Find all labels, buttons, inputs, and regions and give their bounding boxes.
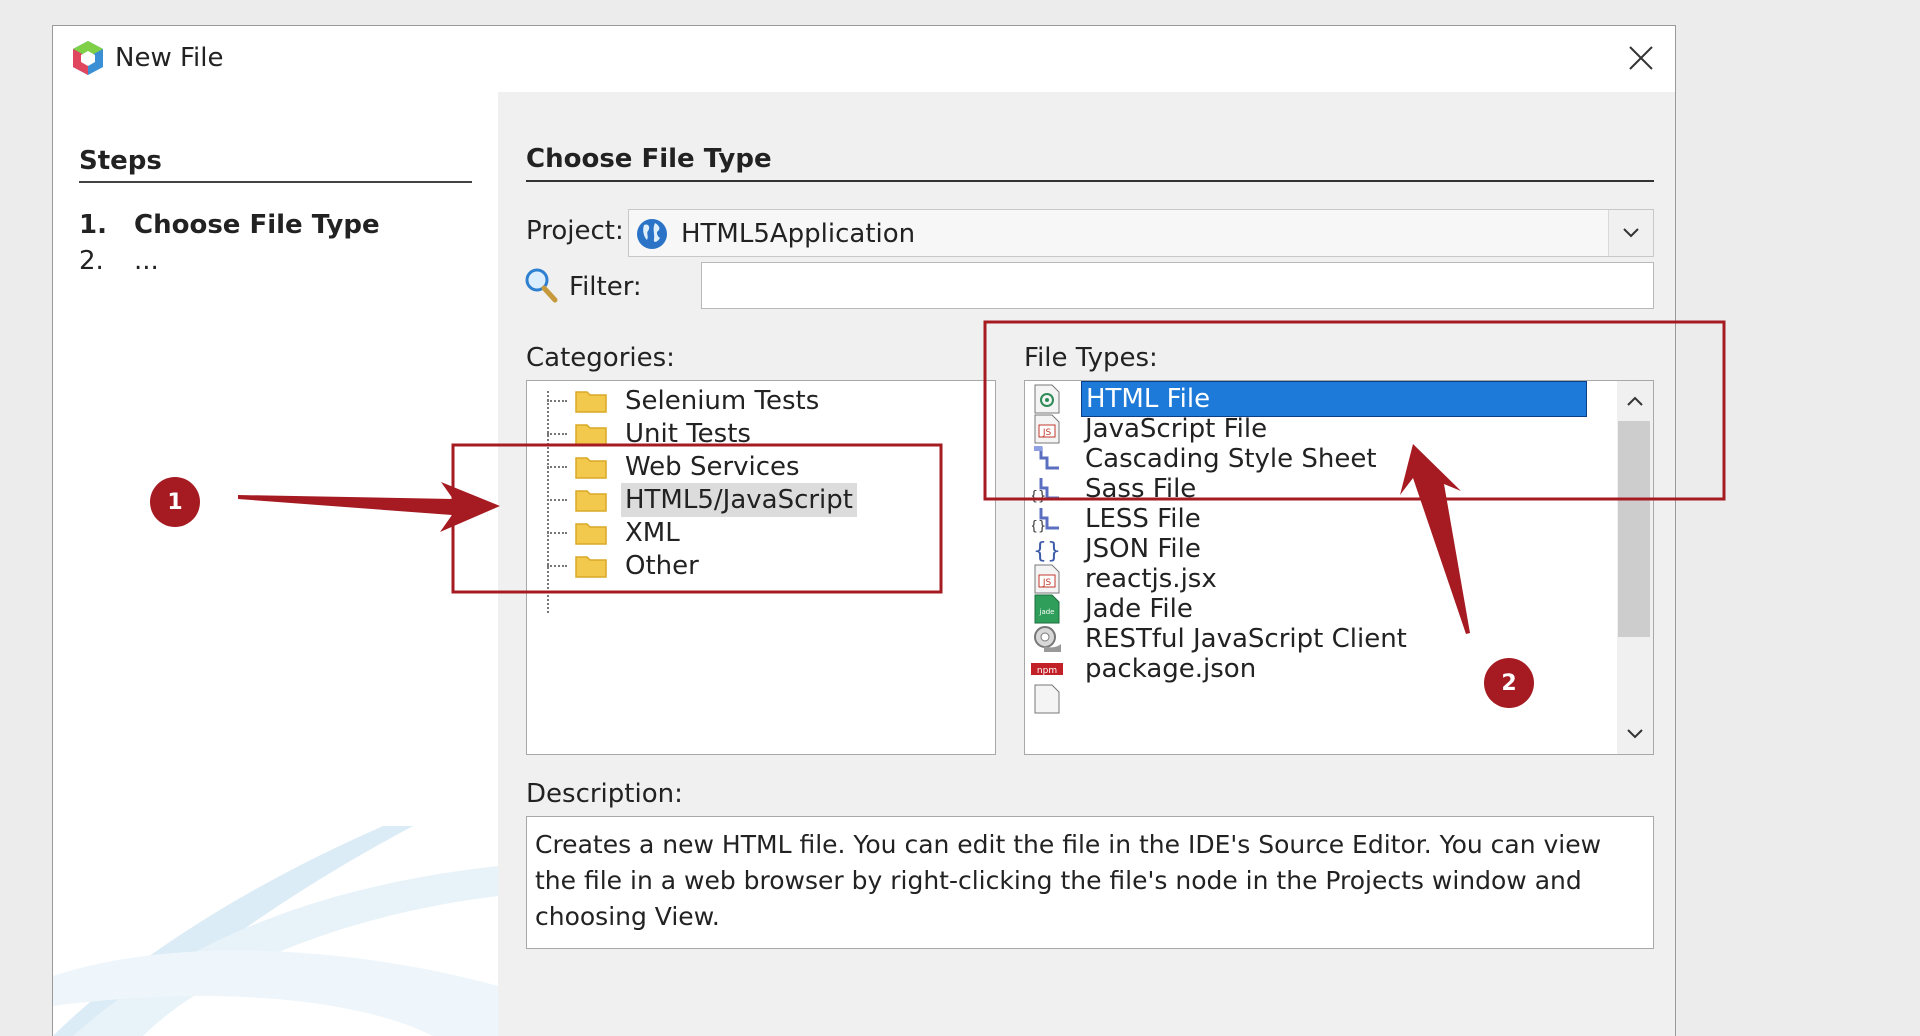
file-icon (1029, 682, 1065, 716)
category-label: Selenium Tests (625, 386, 820, 416)
file-types-label: File Types: (1024, 343, 1158, 373)
tree-branch (547, 532, 567, 534)
folder-icon (575, 424, 607, 446)
project-label: Project: (526, 216, 624, 246)
step-item-2: 2. ... (79, 246, 159, 276)
svg-text:npm: npm (1037, 666, 1057, 676)
section-heading: Choose File Type (526, 144, 772, 174)
category-label: XML (625, 518, 680, 548)
section-divider (526, 180, 1654, 182)
category-label: HTML5/JavaScript (621, 483, 857, 517)
search-icon (525, 268, 558, 303)
chevron-down-icon (1623, 228, 1639, 238)
project-dropdown-arrow[interactable] (1608, 210, 1653, 256)
scroll-up-button[interactable] (1617, 381, 1653, 421)
svg-text:JS: JS (1042, 578, 1052, 588)
description-text: Creates a new HTML file. You can edit th… (526, 816, 1654, 949)
step-number: 1. (79, 210, 107, 240)
folder-icon (575, 391, 607, 413)
project-value: HTML5Application (681, 219, 916, 249)
chevron-up-icon (1627, 396, 1643, 406)
tree-branch (547, 400, 567, 402)
choose-file-type-panel: Choose File Type Project: HTML5Applicati… (498, 92, 1675, 1036)
new-file-dialog: New File Steps 1. Choose File Type 2. ..… (52, 25, 1676, 1036)
folder-icon (575, 556, 607, 578)
tree-branch (547, 433, 567, 435)
category-other[interactable]: Other (547, 546, 703, 586)
scroll-down-button[interactable] (1617, 714, 1653, 754)
tree-branch (547, 466, 567, 468)
folder-icon (575, 523, 607, 545)
file-types-scrollbar[interactable] (1617, 381, 1653, 754)
filter-input[interactable] (701, 262, 1654, 309)
steps-heading: Steps (79, 146, 162, 176)
window-title: New File (115, 43, 224, 73)
category-label: Unit Tests (625, 419, 751, 449)
step-item-1: 1. Choose File Type (79, 210, 380, 240)
steps-panel: Steps 1. Choose File Type 2. ... (53, 92, 498, 1036)
title-bar: New File (53, 26, 1675, 92)
description-label: Description: (526, 779, 683, 809)
scroll-thumb[interactable] (1618, 421, 1650, 637)
filter-label: Filter: (569, 272, 642, 302)
svg-text:jade: jade (1039, 608, 1055, 616)
folder-icon (575, 457, 607, 479)
netbeans-app-icon (73, 41, 103, 75)
category-label: Web Services (625, 452, 800, 482)
tree-branch (547, 565, 567, 567)
chevron-down-icon (1627, 729, 1643, 739)
decorative-swoosh (53, 826, 498, 1036)
step-number: 2. (79, 246, 104, 276)
close-icon (1629, 46, 1653, 70)
svg-text:JS: JS (1042, 428, 1052, 438)
step-label: Choose File Type (134, 210, 380, 240)
tree-branch (547, 499, 567, 501)
annotation-badge-1: 1 (150, 477, 200, 527)
file-types-list: HTML File JS JavaScript File Cascading S… (1024, 380, 1654, 755)
steps-divider (79, 181, 472, 183)
step-label: ... (134, 246, 159, 276)
close-button[interactable] (1623, 40, 1659, 76)
project-dropdown[interactable]: HTML5Application (628, 209, 1654, 257)
globe-icon (637, 219, 667, 249)
categories-tree: Selenium Tests Unit Tests Web Services H… (526, 380, 996, 755)
categories-label: Categories: (526, 343, 675, 373)
category-label: Other (625, 551, 699, 581)
annotation-badge-2: 2 (1484, 658, 1534, 708)
folder-icon (575, 490, 607, 512)
